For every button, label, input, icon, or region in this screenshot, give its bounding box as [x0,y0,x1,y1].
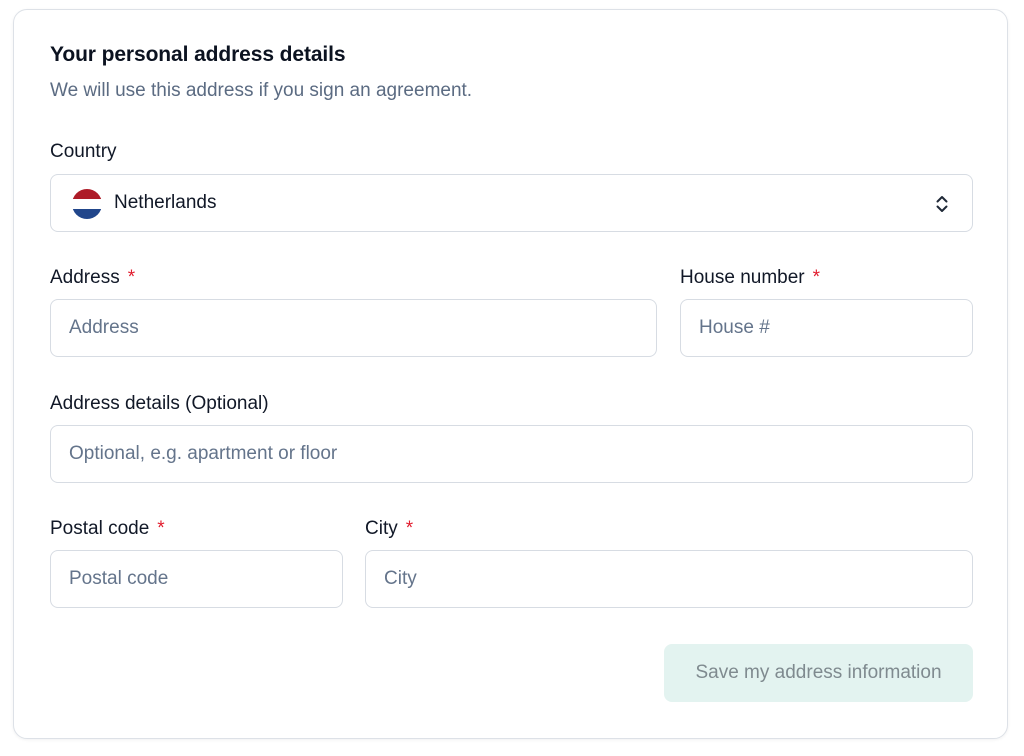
postal-code-field [50,550,343,608]
chevron-up-down-icon [936,196,948,212]
netherlands-flag-icon [72,189,102,219]
address-details-label-text: Address details (Optional) [50,393,269,414]
city-label-text: City [365,518,398,539]
country-select[interactable]: Netherlands [50,174,973,232]
address-details-label: Address details (Optional) [50,393,269,415]
house-number-label-text: House number [680,267,805,288]
address-input[interactable] [51,300,656,356]
address-field [50,299,657,357]
city-required-mark: * [405,518,414,539]
house-number-required-mark: * [812,267,821,288]
form-subtitle: We will use this address if you sign an … [50,80,473,101]
postal-code-input[interactable] [51,551,342,607]
address-label: Address * [50,267,135,289]
save-address-button[interactable]: Save my address information [664,644,973,702]
country-label: Country [50,141,117,163]
postal-code-label: Postal code * [50,518,165,540]
address-details-field [50,425,973,483]
postal-code-required-mark: * [157,518,165,539]
address-label-text: Address [50,267,120,288]
house-number-label: House number * [680,267,820,289]
house-number-field [680,299,973,357]
address-form-card: Your personal address details We will us… [13,9,1008,739]
city-field [365,550,973,608]
postal-code-label-text: Postal code [50,518,150,539]
country-selected-value: Netherlands [114,192,217,213]
address-details-input[interactable] [51,426,972,482]
city-label: City * [365,518,413,540]
country-label-text: Country [50,141,117,162]
city-input[interactable] [366,551,972,607]
address-required-mark: * [127,267,136,288]
house-number-input[interactable] [681,300,972,356]
form-title: Your personal address details [50,43,346,66]
